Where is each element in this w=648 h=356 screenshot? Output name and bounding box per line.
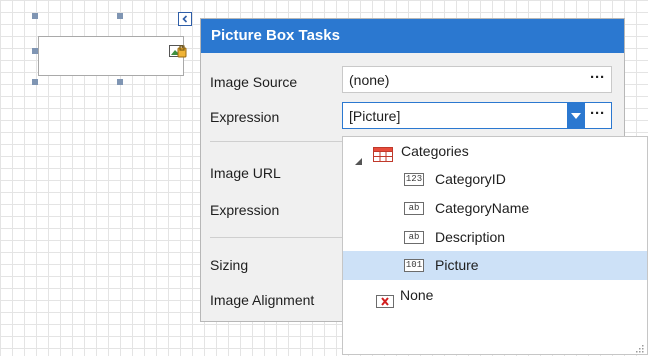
expression-dropdown-button[interactable] (567, 103, 585, 128)
image-alignment-label: Image Alignment (210, 292, 315, 308)
tree-node-picture[interactable]: 101 Picture (343, 251, 647, 280)
tree-node-description[interactable]: ab Description (343, 223, 647, 251)
image-source-ellipsis-button[interactable]: ··· (590, 69, 605, 86)
resize-grip-icon[interactable] (634, 341, 644, 353)
resize-handle-bottom-middle[interactable] (117, 79, 123, 85)
expression-field[interactable]: [Picture] ··· (342, 102, 612, 129)
expression-ellipsis-button[interactable]: ··· (590, 105, 605, 122)
image-source-field[interactable]: (none) ··· (342, 66, 612, 93)
image-source-value: (none) (349, 72, 390, 88)
none-x-icon (376, 289, 394, 317)
resize-handle-bottom-left[interactable] (32, 79, 38, 85)
resize-handle-top-left[interactable] (32, 13, 38, 19)
number-field-icon: 123 (404, 173, 424, 186)
tree-node-categories[interactable]: Categories (343, 137, 647, 165)
image-url-label: Image URL (210, 165, 281, 181)
tree-node-label: None (400, 287, 434, 303)
tree-node-label: CategoryID (435, 171, 506, 187)
tree-node-none[interactable]: None (343, 281, 647, 309)
tree-node-categoryid[interactable]: 123 CategoryID (343, 165, 647, 193)
picture-box-control[interactable] (38, 36, 184, 76)
sizing-label: Sizing (210, 257, 249, 273)
text-field-icon: ab (404, 231, 424, 244)
tree-node-label: CategoryName (435, 200, 530, 216)
binary-field-icon: 101 (404, 259, 424, 272)
panel-title: Picture Box Tasks (201, 19, 624, 53)
tree-node-categoryname[interactable]: ab CategoryName (343, 194, 647, 222)
expression-value: [Picture] (349, 108, 401, 124)
field-list-dropdown: Categories 123 CategoryID ab CategoryNam… (342, 136, 648, 355)
expression-label: Expression (210, 109, 280, 125)
tree-node-label: Description (435, 229, 506, 245)
image-source-label: Image Source (210, 74, 298, 90)
resize-handle-top-middle[interactable] (117, 13, 123, 19)
text-field-icon: ab (404, 202, 424, 215)
expression-url-label: Expression (210, 202, 280, 218)
tree-node-label: Picture (435, 257, 479, 273)
smart-tag-collapse-icon[interactable] (178, 12, 192, 26)
picture-icon (169, 43, 187, 59)
tree-node-label: Categories (401, 143, 469, 159)
